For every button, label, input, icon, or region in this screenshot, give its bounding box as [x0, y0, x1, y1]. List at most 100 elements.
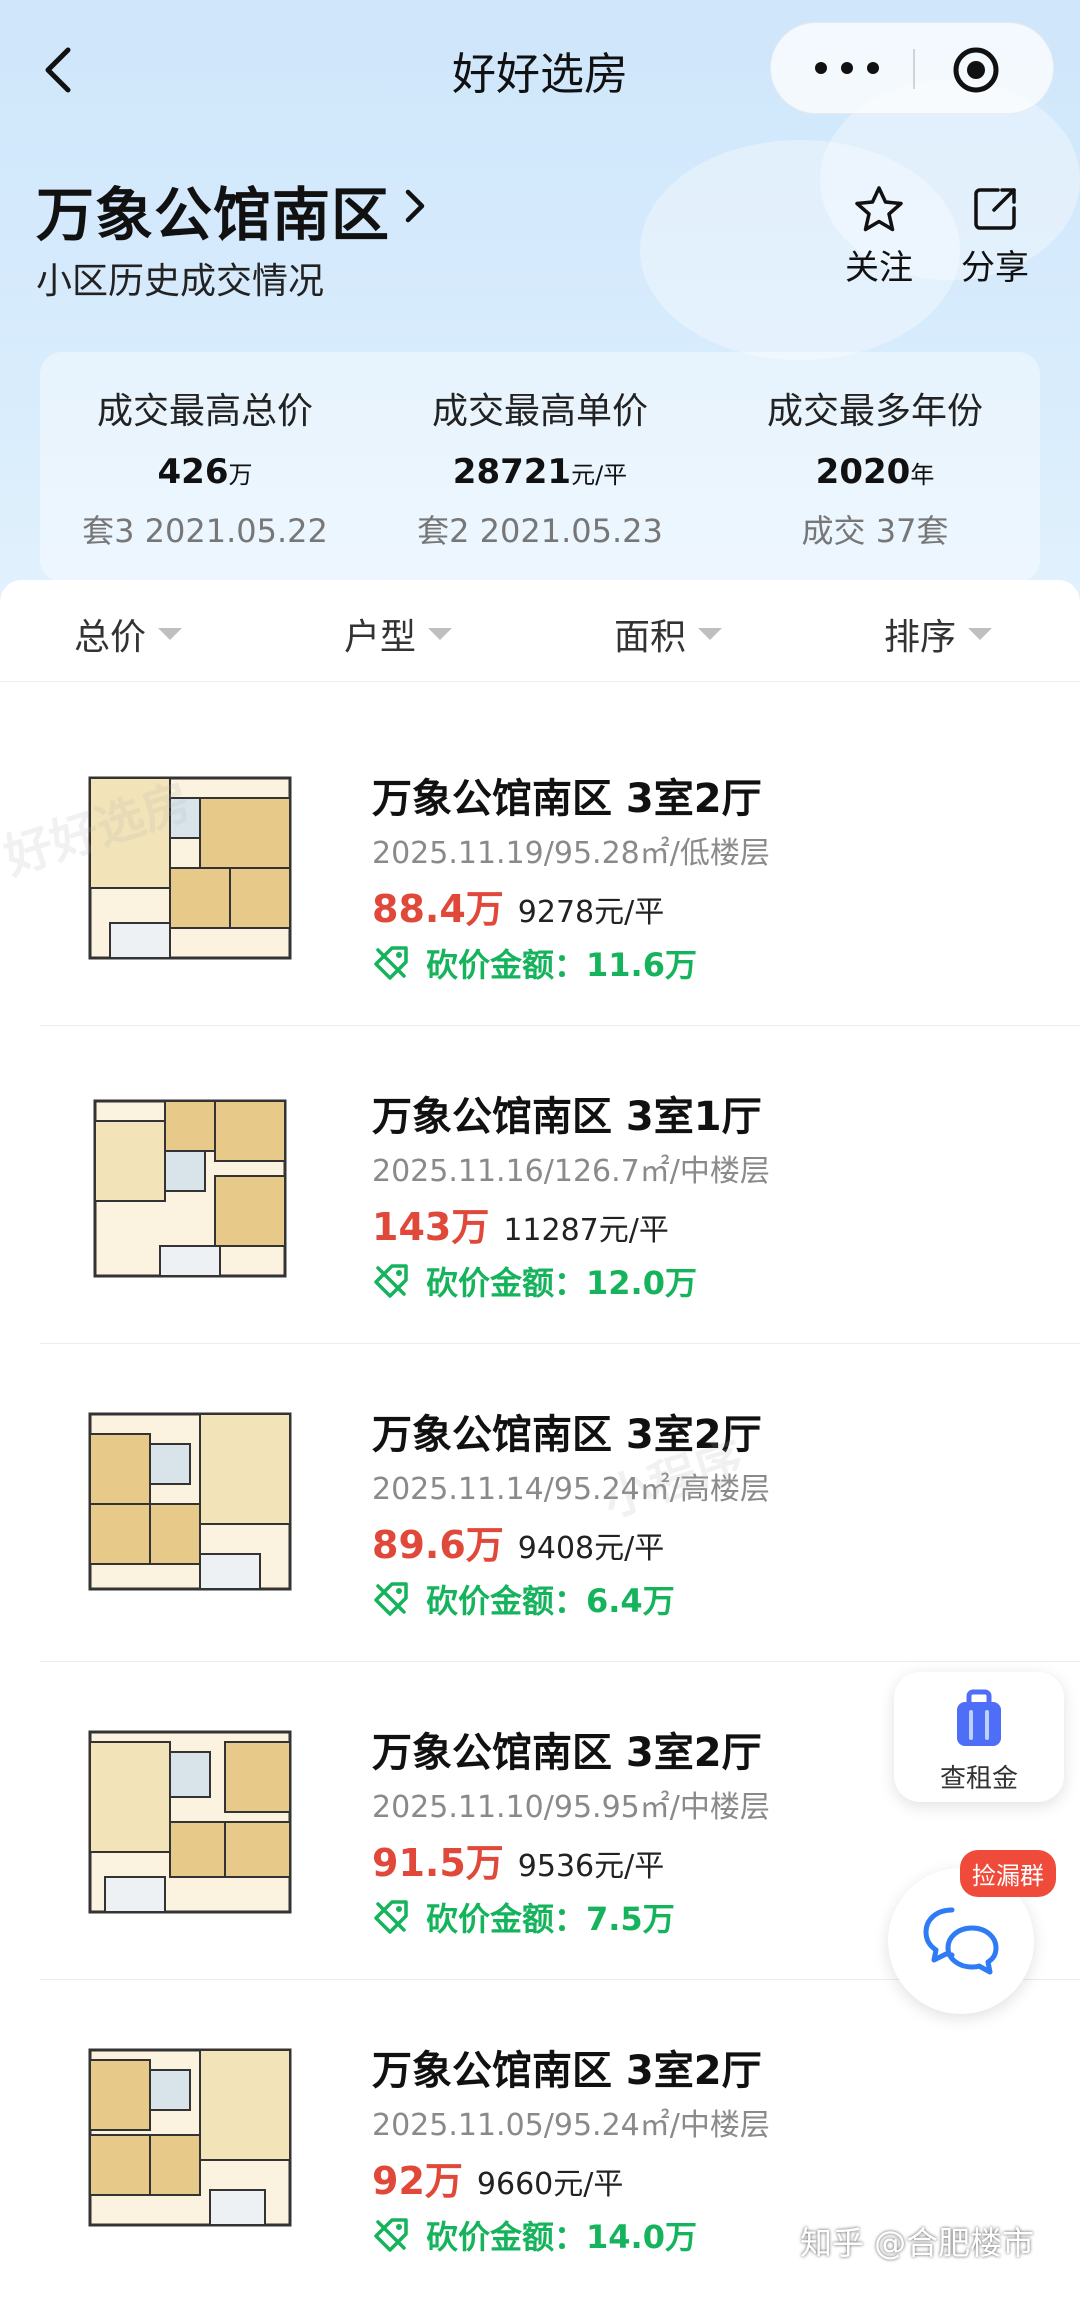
stat-number: 426: [157, 452, 229, 492]
listing-title: 万象公馆南区 3室2厅: [372, 2048, 762, 2094]
filter-label: 户型: [344, 617, 417, 658]
caret-down-icon: [428, 628, 453, 640]
floor-plan-image: [88, 1412, 292, 1591]
listing-item[interactable]: 万象公馆南区 3室2厅 2025.11.19/95.28㎡/低楼层 88.4万 9…: [0, 708, 1080, 1026]
floor-plan-image: [88, 2048, 292, 2227]
filter-layout[interactable]: 户型: [344, 608, 453, 660]
listing-item[interactable]: 万象公馆南区 3室2厅 2025.11.14/95.24㎡/高楼层 89.6万 9…: [0, 1344, 1080, 1662]
listing-bargain: 砍价金额：6.4万: [372, 1576, 675, 1622]
chat-bubbles-icon: [923, 1907, 999, 1975]
filter-sort[interactable]: 排序: [884, 608, 993, 660]
caret-down-icon: [968, 628, 993, 640]
share-button[interactable]: 分享: [940, 184, 1050, 289]
bargain-amount: 砍价金额：14.0万: [426, 2218, 697, 2256]
listing-price: 89.6万 9408元/平: [372, 1514, 664, 1569]
listing-title: 万象公馆南区 3室1厅: [372, 1094, 762, 1140]
price-tag-icon: [374, 1264, 408, 1298]
price-tag-icon: [374, 2218, 408, 2252]
unit-price: 9408元/平: [517, 1531, 665, 1566]
group-chat-badge: 捡漏群: [960, 1850, 1056, 1897]
listing-bargain: 砍价金额：7.5万: [372, 1894, 675, 1940]
capsule-divider: [913, 49, 915, 89]
stat-highest-total: 成交最高总价 426万 套3 2021.05.22: [40, 382, 370, 552]
unit-price: 9660元/平: [476, 2167, 624, 2202]
filter-area[interactable]: 面积: [614, 608, 723, 660]
share-icon: [974, 188, 1016, 230]
footer-watermark: 知乎 @合肥楼市: [800, 2224, 1035, 2262]
bargain-amount: 砍价金额：6.4万: [426, 1582, 675, 1620]
stat-number: 28721: [452, 452, 572, 492]
listing-price: 91.5万 9536元/平: [372, 1832, 664, 1887]
community-name[interactable]: 万象公馆南区: [36, 168, 390, 252]
floor-plan-image: [88, 776, 292, 960]
listing-bargain: 砍价金额：11.6万: [372, 940, 697, 986]
price-tag-icon: [374, 1582, 408, 1616]
stat-highest-unit-price: 成交最高单价 28721元/平 套2 2021.05.23: [375, 382, 705, 552]
mini-program-capsule: [770, 22, 1054, 114]
filter-label: 面积: [614, 617, 687, 658]
stat-value: 426万: [40, 452, 370, 492]
listing-meta: 2025.11.05/95.24㎡/中楼层: [372, 2108, 770, 2143]
listing-title: 万象公馆南区 3室2厅: [372, 776, 762, 822]
unit-price: 9536元/平: [517, 1849, 665, 1884]
community-subtitle: 小区历史成交情况: [36, 261, 325, 302]
check-rent-button[interactable]: 查租金: [894, 1672, 1064, 1802]
star-icon: [855, 186, 903, 232]
share-label: 分享: [961, 248, 1029, 288]
check-rent-label: 查租金: [939, 1764, 1018, 1794]
listing-title: 万象公馆南区 3室2厅: [372, 1730, 762, 1776]
listing-title: 万象公馆南区 3室2厅: [372, 1412, 762, 1458]
listing-price: 143万 11287元/平: [372, 1196, 669, 1251]
follow-button[interactable]: 关注: [824, 184, 934, 289]
listing-price: 92万 9660元/平: [372, 2150, 623, 2205]
price-tag-icon: [374, 946, 408, 980]
filter-label: 排序: [884, 617, 957, 658]
total-price: 91.5万: [372, 1841, 504, 1885]
bargain-amount: 砍价金额：11.6万: [426, 946, 697, 984]
bargain-amount: 砍价金额：12.0万: [426, 1264, 697, 1302]
stat-most-deals-year: 成交最多年份 2020年 成交 37套: [710, 382, 1040, 552]
stat-unit: 万: [228, 461, 253, 489]
stat-sub: 套3 2021.05.22: [82, 512, 328, 550]
listing-meta: 2025.11.14/95.24㎡/高楼层: [372, 1472, 770, 1507]
total-price: 143万: [372, 1205, 490, 1249]
unit-price: 11287元/平: [503, 1213, 669, 1248]
stat-label: 成交最高单价: [431, 391, 648, 432]
floor-plan-image: [88, 1730, 292, 1914]
stat-label: 成交最高总价: [96, 391, 313, 432]
more-dots-icon[interactable]: [807, 53, 887, 83]
stat-value: 2020年: [710, 452, 1040, 492]
unit-price: 9278元/平: [517, 895, 665, 930]
follow-label: 关注: [845, 248, 913, 288]
stat-sub: 套2 2021.05.23: [417, 512, 663, 550]
filter-bar: 总价 户型 面积 排序: [0, 580, 1080, 682]
filter-total-price[interactable]: 总价: [74, 608, 183, 660]
stats-card: 成交最高总价 426万 套3 2021.05.22 成交最高单价 28721元/…: [40, 352, 1040, 582]
filter-label: 总价: [74, 617, 147, 658]
chevron-right-icon[interactable]: [400, 184, 430, 228]
stat-unit: 年: [910, 461, 935, 489]
listing-price: 88.4万 9278元/平: [372, 878, 664, 933]
price-tag-icon: [374, 1900, 408, 1934]
listing-item[interactable]: 万象公馆南区 3室1厅 2025.11.16/126.7㎡/中楼层 143万 11…: [0, 1026, 1080, 1344]
listing-meta: 2025.11.19/95.28㎡/低楼层: [372, 836, 770, 871]
total-price: 92万: [372, 2159, 463, 2203]
caret-down-icon: [698, 628, 723, 640]
total-price: 89.6万: [372, 1523, 504, 1567]
stat-value: 28721元/平: [375, 452, 705, 492]
luggage-icon: [957, 1689, 1001, 1746]
nav-bar: 好好选房: [0, 0, 1080, 140]
listing-meta: 2025.11.10/95.95㎡/中楼层: [372, 1790, 770, 1825]
close-target-icon[interactable]: [951, 45, 1001, 95]
caret-down-icon: [158, 628, 183, 640]
stat-number: 2020: [815, 452, 911, 492]
total-price: 88.4万: [372, 887, 504, 931]
floor-plan-image: [93, 1099, 287, 1278]
listing-bargain: 砍价金额：14.0万: [372, 2212, 697, 2258]
stat-unit: 元/平: [571, 461, 628, 489]
listing-meta: 2025.11.16/126.7㎡/中楼层: [372, 1154, 770, 1189]
bargain-amount: 砍价金额：7.5万: [426, 1900, 675, 1938]
listing-bargain: 砍价金额：12.0万: [372, 1258, 697, 1304]
stat-label: 成交最多年份: [766, 391, 983, 432]
stat-sub: 成交 37套: [801, 512, 949, 550]
